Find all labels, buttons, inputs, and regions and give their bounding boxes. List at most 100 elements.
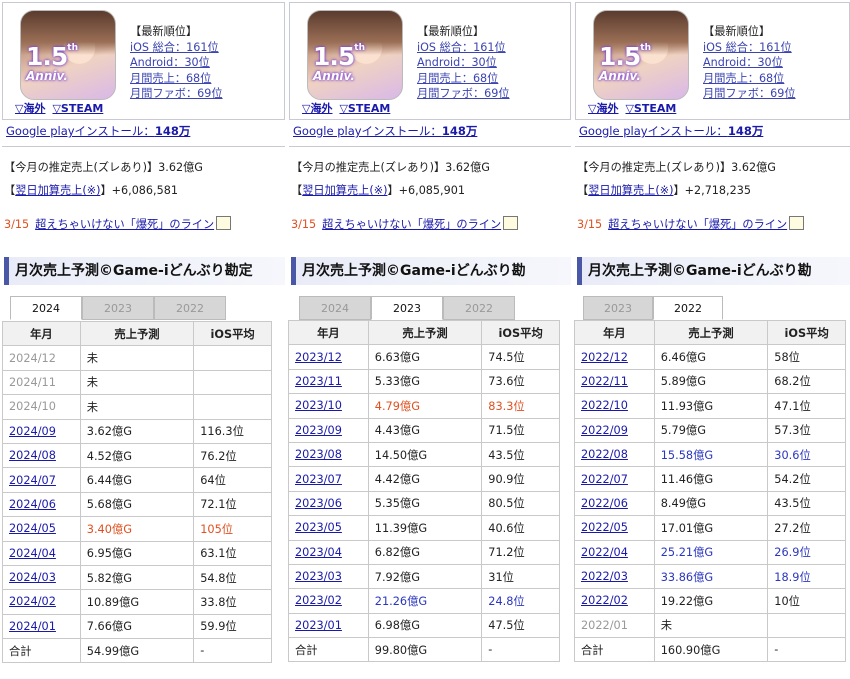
month-link[interactable]: 2023/02	[295, 594, 342, 607]
month-cell: 2023/09	[288, 417, 369, 443]
month-cell: 2022/06	[574, 490, 655, 517]
sales-cell: 5.35億G	[367, 490, 483, 517]
google-play-installs-link[interactable]: Google playインストール：148万	[579, 123, 763, 139]
month-link[interactable]: 2024/05	[9, 522, 56, 535]
month-link[interactable]: 2023/07	[295, 473, 342, 486]
monthly-sales-rank-link[interactable]: 月間売上：68位	[417, 71, 510, 87]
month-link[interactable]: 2023/04	[295, 546, 342, 559]
month-link[interactable]: 2022/04	[581, 546, 628, 559]
monthly-fav-rank-link[interactable]: 月間ファボ：69位	[130, 86, 223, 102]
column-header: iOS平均	[481, 319, 560, 346]
monthly-fav-rank-link[interactable]: 月間ファボ：69位	[703, 86, 796, 102]
overseas-link[interactable]: ▽海外	[588, 102, 618, 115]
month-link[interactable]: 2023/01	[295, 619, 342, 632]
tab-2022[interactable]: 2022	[154, 296, 226, 320]
app-icon[interactable]: 1.5th Anniv.	[593, 10, 689, 100]
table-total-row: 合計 54.99億G -	[2, 638, 272, 664]
month-link[interactable]: 2023/06	[295, 497, 342, 510]
month-link[interactable]: 2024/09	[9, 425, 56, 438]
month-cell: 2023/06	[288, 490, 369, 517]
ios-rank-cell: 63.1位	[193, 540, 272, 566]
month-link[interactable]: 2022/03	[581, 570, 628, 583]
month-link[interactable]: 2022/12	[581, 351, 628, 364]
app-icon[interactable]: 1.5th Anniv.	[20, 10, 116, 100]
table-row: 2022/12 6.46億G 58位	[574, 344, 846, 370]
monthly-estimate: 【今月の推定売上(ズレあり)】3.62億G	[577, 161, 776, 174]
tab-2024[interactable]: 2024	[299, 296, 371, 320]
month-link[interactable]: 2022/05	[581, 521, 628, 534]
steam-link[interactable]: ▽STEAM	[625, 102, 676, 115]
flop-line-note: 3/15 超えちゃいけない「爆死」のライン	[577, 216, 805, 232]
flop-line-link[interactable]: 超えちゃいけない「爆死」のライン	[35, 218, 214, 231]
anniversary-badge: 1.5th Anniv.	[313, 42, 366, 83]
month-link[interactable]: 2022/09	[581, 424, 628, 437]
monthly-sales-table: 年月 売上予測 iOS平均 2024/12 未 2024/11 未 2024/10 未 2024/…	[2, 320, 272, 664]
google-play-installs-link[interactable]: Google playインストール：148万	[293, 123, 477, 139]
tab-2023[interactable]: 2023	[583, 296, 653, 320]
android-rank-link[interactable]: Android：30位	[130, 55, 223, 71]
next-day-sales-link[interactable]: 翌日加算売上(※)	[15, 184, 100, 197]
month-cell: 2022/03	[574, 563, 655, 590]
monthly-sales-rank-link[interactable]: 月間売上：68位	[703, 71, 796, 87]
region-links: ▽海外 ▽STEAM	[15, 100, 110, 116]
sales-cell: 6.44億G	[79, 467, 195, 493]
ios-rank-cell: 47.1位	[767, 393, 846, 419]
month-link[interactable]: 2023/05	[295, 521, 342, 534]
month-link[interactable]: 2023/03	[295, 570, 342, 583]
ios-rank-cell	[193, 369, 272, 396]
overseas-link[interactable]: ▽海外	[15, 102, 45, 115]
overseas-link[interactable]: ▽海外	[302, 102, 332, 115]
monthly-sales-rank-link[interactable]: 月間売上：68位	[130, 71, 223, 87]
month-link[interactable]: 2022/10	[581, 399, 628, 412]
sales-cell: 5.89億G	[653, 368, 769, 395]
month-link[interactable]: 2024/06	[9, 498, 56, 511]
panel-2023: 1.5th Anniv. ▽海外 ▽STEAM 【最新順位】 iOS 総合：161…	[287, 0, 571, 679]
month-link[interactable]: 2022/08	[581, 448, 628, 461]
tab-2023[interactable]: 2023	[371, 296, 443, 320]
ios-rank-link[interactable]: iOS 総合：161位	[130, 40, 223, 56]
ios-rank-cell	[193, 394, 272, 420]
month-link[interactable]: 2023/12	[295, 351, 342, 364]
android-rank-link[interactable]: Android：30位	[417, 55, 510, 71]
steam-link[interactable]: ▽STEAM	[52, 102, 103, 115]
month-link[interactable]: 2022/06	[581, 497, 628, 510]
column-header: 年月	[574, 319, 655, 346]
table-row: 2022/01 未	[574, 612, 846, 639]
google-play-installs-link[interactable]: Google playインストール：148万	[6, 123, 190, 139]
month-link[interactable]: 2023/08	[295, 448, 342, 461]
ios-rank-link[interactable]: iOS 総合：161位	[417, 40, 510, 56]
month-link[interactable]: 2023/11	[295, 375, 342, 388]
month-link[interactable]: 2023/09	[295, 424, 342, 437]
sales-cell: 33.86億G	[653, 563, 769, 590]
steam-link[interactable]: ▽STEAM	[339, 102, 390, 115]
next-day-sales-link[interactable]: 翌日加算売上(※)	[302, 184, 387, 197]
tab-2022[interactable]: 2022	[653, 296, 723, 320]
ios-rank-link[interactable]: iOS 総合：161位	[703, 40, 796, 56]
month-link[interactable]: 2024/01	[9, 620, 56, 633]
table-row: 2024/03 5.82億G 54.8位	[2, 564, 272, 591]
tab-2024[interactable]: 2024	[10, 296, 82, 320]
month-link[interactable]: 2022/02	[581, 594, 628, 607]
next-day-sales-link[interactable]: 翌日加算売上(※)	[588, 184, 673, 197]
month-link[interactable]: 2022/11	[581, 375, 628, 388]
ios-rank-cell: 54.8位	[193, 564, 272, 591]
ios-rank-cell: 27.2位	[767, 515, 846, 541]
table-row: 2023/03 7.92億G 31位	[288, 563, 560, 590]
month-link[interactable]: 2023/10	[295, 399, 342, 412]
android-rank-link[interactable]: Android：30位	[703, 55, 796, 71]
flop-line-link[interactable]: 超えちゃいけない「爆死」のライン	[322, 218, 501, 231]
month-link[interactable]: 2022/07	[581, 473, 628, 486]
flop-line-link[interactable]: 超えちゃいけない「爆死」のライン	[608, 218, 787, 231]
ios-rank-cell: 30.6位	[767, 441, 846, 468]
monthly-fav-rank-link[interactable]: 月間ファボ：69位	[417, 86, 510, 102]
ios-rank-cell: 105位	[193, 516, 272, 542]
month-link[interactable]: 2024/04	[9, 547, 56, 560]
sales-cell: 6.98億G	[367, 612, 483, 639]
month-link[interactable]: 2024/07	[9, 474, 56, 487]
tab-2022[interactable]: 2022	[443, 296, 515, 320]
app-icon[interactable]: 1.5th Anniv.	[307, 10, 403, 100]
tab-2023[interactable]: 2023	[82, 296, 154, 320]
month-link[interactable]: 2024/08	[9, 449, 56, 462]
month-link[interactable]: 2024/03	[9, 571, 56, 584]
month-link[interactable]: 2024/02	[9, 595, 56, 608]
